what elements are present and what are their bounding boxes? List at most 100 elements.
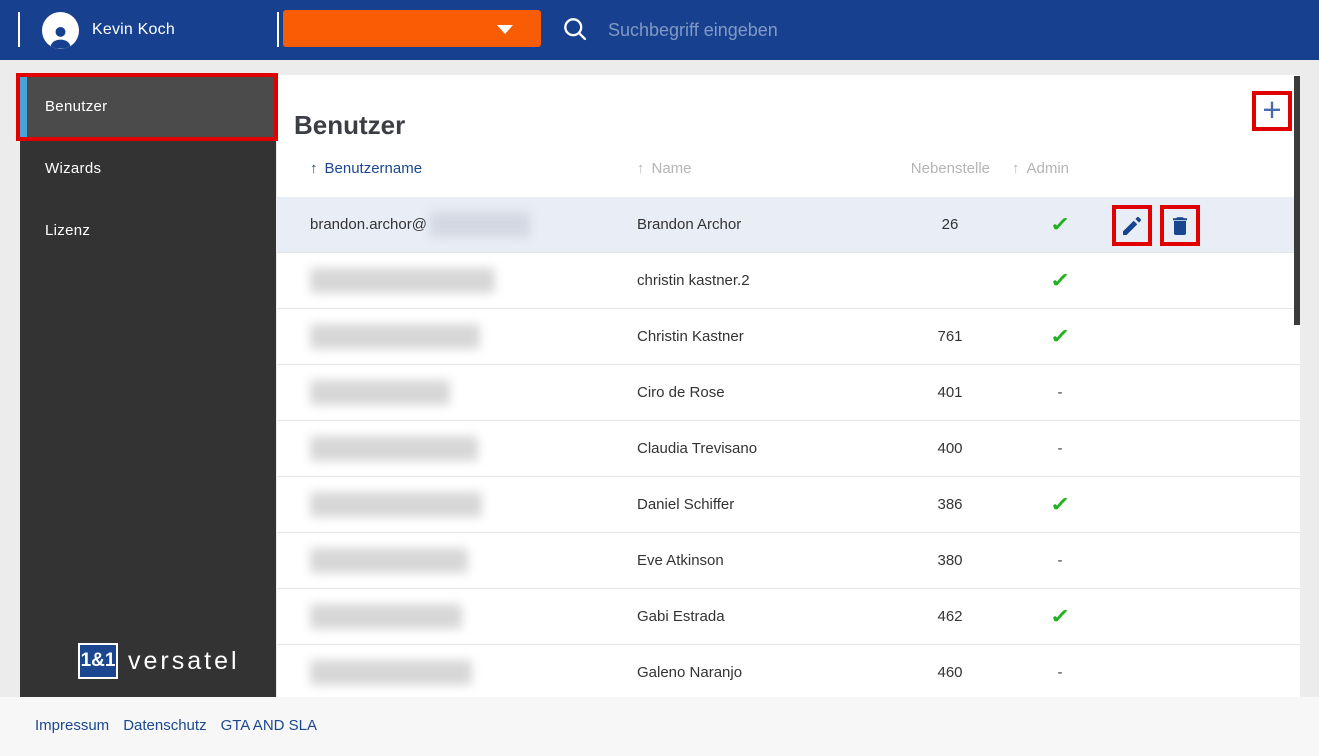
cell-name: christin kastner.2 <box>637 272 750 289</box>
cell-benutzername: brandon.archor@ <box>310 197 530 252</box>
cell-benutzername <box>310 645 472 697</box>
person-icon <box>50 26 71 49</box>
table-row[interactable]: Eve Atkinson 380 - <box>277 533 1300 589</box>
column-header-name[interactable]: ↑ Name <box>637 154 692 184</box>
admin-dash: - <box>1057 664 1063 681</box>
add-user-button[interactable]: + <box>1262 93 1281 126</box>
redacted-username-blur <box>310 436 478 461</box>
annotation-box-edit <box>1112 205 1152 246</box>
cell-nebenstelle: 401 <box>937 384 963 401</box>
cell-benutzername <box>310 421 478 476</box>
redacted-username-blur <box>310 548 468 573</box>
logo-1und1-icon: 1&1 <box>78 643 118 679</box>
edit-pencil-icon[interactable] <box>1120 214 1144 238</box>
table-row[interactable]: Ciro de Rose 401 - <box>277 365 1300 421</box>
cell-benutzername <box>310 477 482 532</box>
redacted-username-blur <box>310 268 495 293</box>
cell-nebenstelle: 462 <box>937 608 963 625</box>
cell-benutzername <box>310 533 468 588</box>
cell-benutzername <box>310 589 462 644</box>
brand-logo: 1&1 versatel <box>78 643 240 679</box>
cell-name: Eve Atkinson <box>637 552 724 569</box>
sidebar-item-wizards[interactable]: Wizards <box>20 137 276 199</box>
redacted-username-blur <box>310 324 480 349</box>
table-row[interactable]: Gabi Estrada 462 ✓ <box>277 589 1300 645</box>
redacted-username-blur <box>429 212 530 237</box>
sidebar-nav: Benutzer Wizards Lizenz 1&1 versatel <box>20 75 276 697</box>
username-text: brandon.archor@ <box>310 216 427 233</box>
user-name-label: Kevin Koch <box>92 21 175 38</box>
search-input[interactable] <box>606 14 990 46</box>
table-row[interactable]: christin kastner.2 ✓ <box>277 253 1300 309</box>
cell-name: Brandon Archor <box>637 216 742 233</box>
caret-down-icon <box>497 25 513 34</box>
admin-check-icon: ✓ <box>1049 214 1071 236</box>
footer: Impressum Datenschutz GTA AND SLA <box>0 697 1319 756</box>
footer-link-gta-and-sla[interactable]: GTA AND SLA <box>221 717 317 734</box>
sidebar-item-label: Wizards <box>45 159 102 177</box>
admin-check-icon: ✓ <box>1049 270 1071 292</box>
main-panel: Benutzer + ↑ Benutzername ↑ Name Nebenstel… <box>277 75 1300 697</box>
admin-check-icon: ✓ <box>1049 326 1071 348</box>
cell-admin: ✓ <box>1020 309 1100 364</box>
cell-admin: ✓ <box>1020 253 1100 308</box>
column-header-benutzername[interactable]: ↑ Benutzername <box>310 154 422 184</box>
sidebar-item-lizenz[interactable]: Lizenz <box>20 199 276 261</box>
user-menu[interactable]: Kevin Koch <box>42 11 175 49</box>
cell-name: Claudia Trevisano <box>637 440 758 457</box>
cell-admin: - <box>1020 365 1100 420</box>
footer-links: Impressum Datenschutz GTA AND SLA <box>35 717 317 734</box>
table-row[interactable]: Daniel Schiffer 386 ✓ <box>277 477 1300 533</box>
active-accent-bar <box>20 75 27 137</box>
table-body: brandon.archor@ Brandon Archor 26 ✓ christin… <box>277 197 1300 697</box>
account-dropdown-button[interactable] <box>283 10 541 47</box>
delete-trash-icon[interactable] <box>1168 214 1192 238</box>
user-avatar-icon <box>42 11 79 49</box>
cell-nebenstelle: 380 <box>937 552 963 569</box>
cell-admin: - <box>1020 645 1100 697</box>
sort-arrow-icon: ↑ <box>1012 160 1020 177</box>
redacted-username-blur <box>310 380 450 405</box>
admin-dash: - <box>1057 384 1063 401</box>
page-title: Benutzer <box>294 110 406 141</box>
cell-admin: ✓ <box>1020 589 1100 644</box>
cell-nebenstelle <box>890 253 1010 308</box>
cell-name: Gabi Estrada <box>637 608 725 625</box>
column-label: Admin <box>1026 160 1070 177</box>
scrollbar-thumb[interactable] <box>1294 76 1300 325</box>
redacted-username-blur <box>310 660 472 685</box>
cell-admin: - <box>1020 421 1100 476</box>
cell-name: Daniel Schiffer <box>637 496 735 513</box>
header-divider <box>18 12 20 47</box>
cell-benutzername <box>310 253 495 308</box>
annotation-box-delete <box>1160 205 1200 246</box>
admin-check-icon: ✓ <box>1049 606 1071 628</box>
table-row[interactable]: Claudia Trevisano 400 - <box>277 421 1300 477</box>
table-header-row: ↑ Benutzername ↑ Name Nebenstelle ↑ Admin <box>277 154 1300 184</box>
search-icon[interactable] <box>561 15 589 43</box>
cell-admin: - <box>1020 533 1100 588</box>
sidebar-item-benutzer[interactable]: Benutzer <box>20 75 276 137</box>
table-row[interactable]: brandon.archor@ Brandon Archor 26 ✓ <box>277 197 1300 253</box>
table-row[interactable]: Galeno Naranjo 460 - <box>277 645 1300 697</box>
sidebar-item-label: Benutzer <box>45 97 108 115</box>
footer-link-datenschutz[interactable]: Datenschutz <box>123 717 206 734</box>
column-header-nebenstelle[interactable]: Nebenstelle <box>870 154 990 184</box>
sidebar-item-label: Lizenz <box>45 221 91 239</box>
cell-name: Christin Kastner <box>637 328 744 345</box>
table-row[interactable]: Christin Kastner 761 ✓ <box>277 309 1300 365</box>
admin-dash: - <box>1057 440 1063 457</box>
cell-nebenstelle: 26 <box>941 216 959 233</box>
column-header-admin[interactable]: ↑ Admin <box>1012 154 1069 184</box>
cell-admin: ✓ <box>1020 197 1100 252</box>
footer-link-impressum[interactable]: Impressum <box>35 717 109 734</box>
cell-nebenstelle: 400 <box>937 440 963 457</box>
column-label: Nebenstelle <box>910 160 990 177</box>
cell-nebenstelle: 386 <box>937 496 963 513</box>
sort-arrow-icon: ↑ <box>310 160 318 177</box>
header-divider <box>277 12 279 47</box>
column-label: Benutzername <box>324 160 423 177</box>
admin-dash: - <box>1057 552 1063 569</box>
cell-nebenstelle: 460 <box>937 664 963 681</box>
logo-versatel-text: versatel <box>128 646 240 675</box>
